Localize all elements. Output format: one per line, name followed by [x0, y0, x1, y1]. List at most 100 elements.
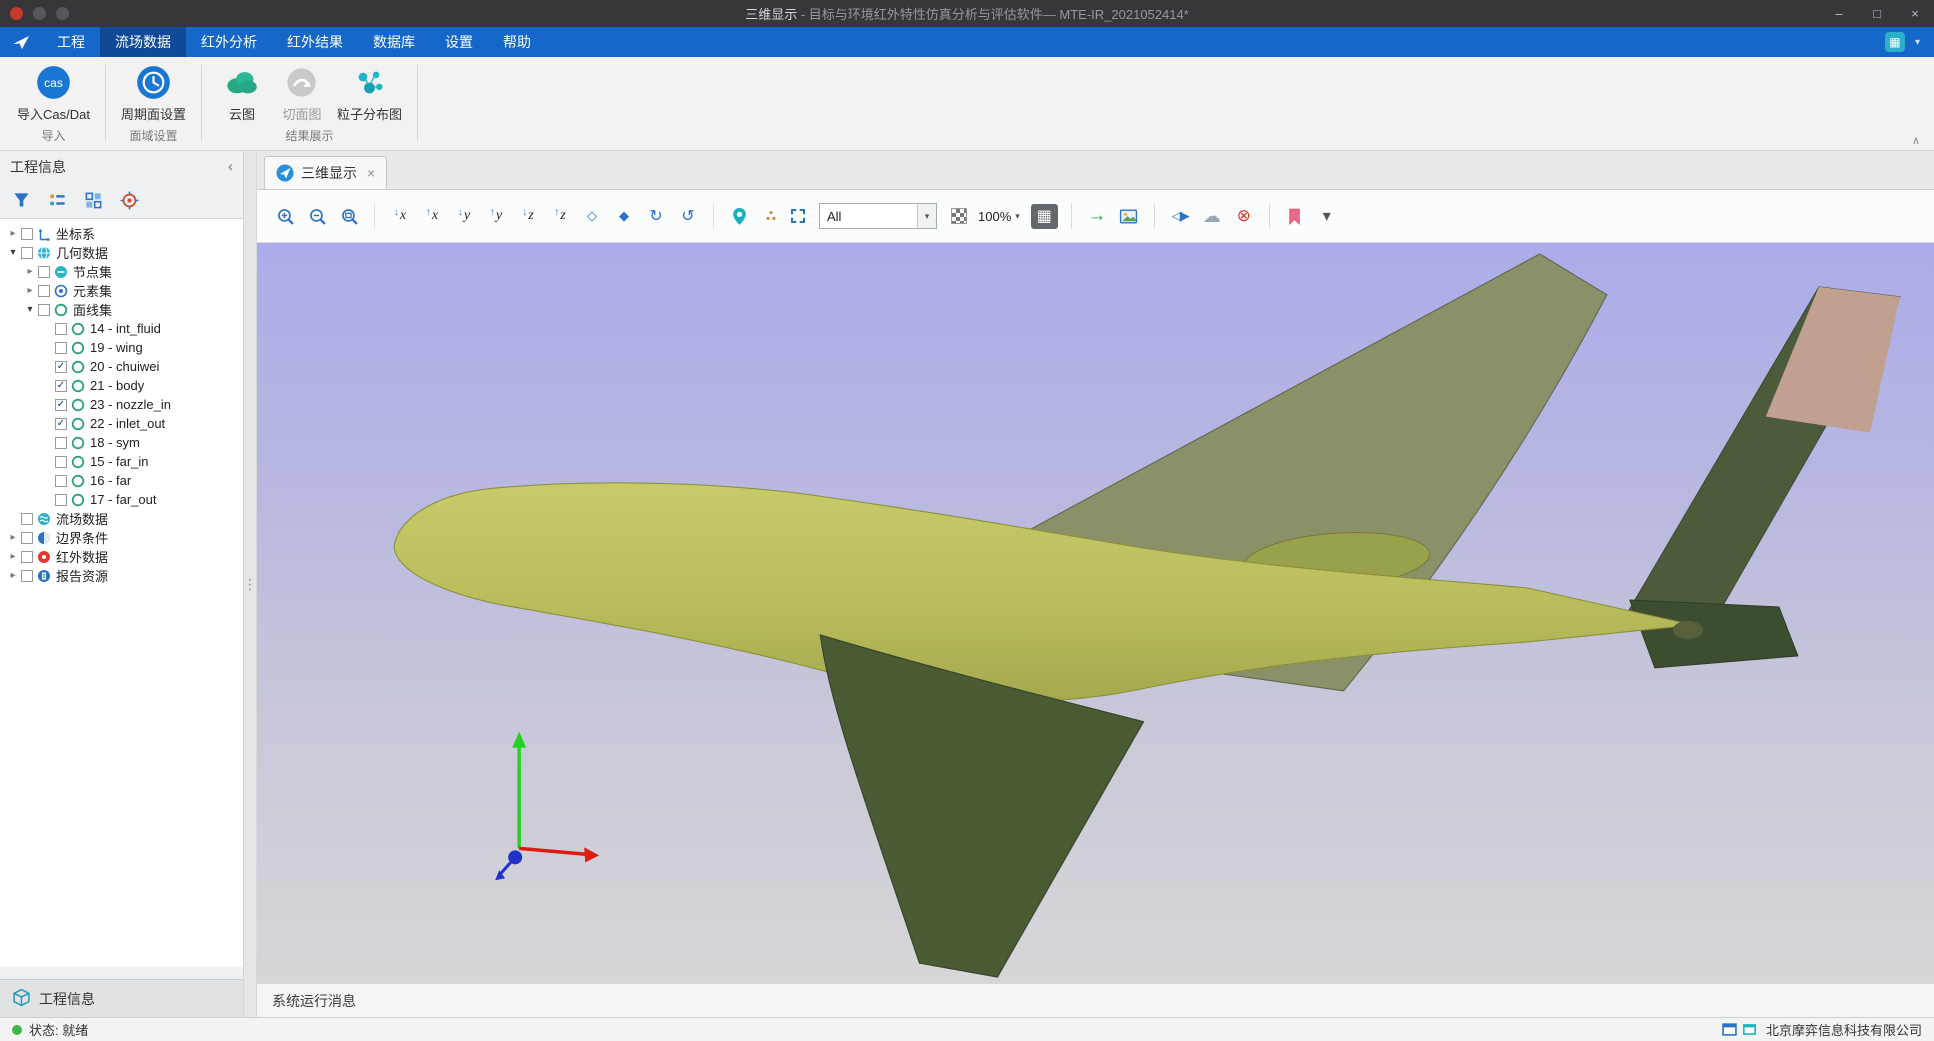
window-teal-icon[interactable] — [1742, 1022, 1757, 1037]
mirror-icon[interactable]: ◁▶ — [1168, 203, 1192, 229]
tree-item-checkbox[interactable] — [55, 323, 67, 335]
grid-toggle-button[interactable]: ▦ — [1031, 204, 1058, 229]
tree-item[interactable]: 22 - inlet_out — [0, 414, 243, 433]
viewport-3d[interactable] — [257, 243, 1934, 983]
clear-red-icon[interactable]: ⊗ — [1232, 203, 1256, 229]
aircraft-model[interactable] — [394, 254, 1900, 977]
tree-item[interactable]: ▸ 报告资源 — [0, 566, 243, 585]
tree-item-label[interactable]: 23 - nozzle_in — [90, 397, 171, 412]
message-bar[interactable]: 系统运行消息 — [257, 983, 1934, 1017]
app-grid-icon[interactable]: ▦ — [1885, 32, 1905, 52]
tree-item[interactable]: ▾ 几何数据 — [0, 243, 243, 262]
tree-item-checkbox[interactable] — [55, 418, 67, 430]
ribbon-collapse-icon[interactable]: ∧ — [1912, 134, 1920, 147]
menu-caret-icon[interactable]: ▾ — [1915, 37, 1920, 48]
tree-item[interactable]: ▸ 元素集 — [0, 281, 243, 300]
tree-item-checkbox[interactable] — [55, 456, 67, 468]
project-panel-bottom-tab[interactable]: 工程信息 — [0, 979, 243, 1017]
filter-icon[interactable] — [12, 191, 31, 210]
zoom-fit-icon[interactable] — [337, 203, 361, 229]
tree-item-checkbox[interactable] — [21, 532, 33, 544]
record-dot-icon[interactable] — [10, 7, 23, 20]
tree-item[interactable]: ▸ 坐标系 — [0, 224, 243, 243]
cloud-outline-icon[interactable]: ☁ — [1200, 203, 1224, 229]
tree-item[interactable]: 18 - sym — [0, 433, 243, 452]
expand-arrow-icon[interactable]: ▸ — [6, 570, 20, 581]
view-y-minus-icon[interactable]: ↓y — [452, 203, 476, 229]
menu-item[interactable]: 帮助 — [488, 27, 546, 57]
tree-item-label[interactable]: 16 - far — [90, 473, 131, 488]
view-iso-icon[interactable]: ◇ — [580, 203, 604, 229]
tree-item-checkbox[interactable] — [55, 380, 67, 392]
tree-item-label[interactable]: 21 - body — [90, 378, 144, 393]
tree-item-label[interactable]: 15 - far_in — [90, 454, 149, 469]
box-select-icon[interactable] — [791, 209, 805, 223]
locate-icon[interactable] — [120, 191, 139, 210]
tree-item-checkbox[interactable] — [21, 513, 33, 525]
bookmark-caret-icon[interactable]: ▾ — [1315, 203, 1339, 229]
tree-item-checkbox[interactable] — [55, 342, 67, 354]
tree-item-checkbox[interactable] — [55, 437, 67, 449]
tree-item-checkbox[interactable] — [38, 266, 50, 278]
tree-item-label[interactable]: 面线集 — [73, 300, 112, 319]
zoom-in-icon[interactable] — [273, 203, 297, 229]
tree-item-checkbox[interactable] — [38, 285, 50, 297]
expand-arrow-icon[interactable]: ▸ — [23, 285, 37, 296]
tree-item[interactable]: 16 - far — [0, 471, 243, 490]
display-filter-select[interactable]: All▾ — [819, 203, 937, 229]
tree-item-label[interactable]: 几何数据 — [56, 243, 108, 262]
tree-item[interactable]: 23 - nozzle_in — [0, 395, 243, 414]
expand-arrow-icon[interactable]: ▾ — [23, 304, 37, 315]
view-y-plus-icon[interactable]: ↑y — [484, 203, 508, 229]
rotate-ccw-icon[interactable]: ↺ — [676, 203, 700, 229]
ribbon-button-period[interactable]: 周期面设置 — [116, 64, 191, 123]
view-z-plus-icon[interactable]: ↑z — [548, 203, 572, 229]
tree-item-label[interactable]: 19 - wing — [90, 340, 143, 355]
export-arrow-icon[interactable]: → — [1085, 203, 1109, 229]
tree-item-label[interactable]: 坐标系 — [56, 224, 95, 243]
menu-item[interactable]: 流场数据 — [100, 27, 186, 57]
tree-item-checkbox[interactable] — [55, 361, 67, 373]
tree-item-checkbox[interactable] — [21, 228, 33, 240]
probe-pin-icon[interactable] — [727, 203, 751, 229]
tree-item[interactable]: 20 - chuiwei — [0, 357, 243, 376]
tree-item-label[interactable]: 14 - int_fluid — [90, 321, 161, 336]
tree-item-checkbox[interactable] — [55, 494, 67, 506]
window-blue-icon[interactable] — [1722, 1022, 1737, 1037]
tree-item[interactable]: 21 - body — [0, 376, 243, 395]
tree-item-label[interactable]: 报告资源 — [56, 566, 108, 585]
expand-arrow-icon[interactable]: ▸ — [6, 532, 20, 543]
tab-close-icon[interactable]: × — [367, 165, 375, 181]
tree-item[interactable]: 流场数据 — [0, 509, 243, 528]
tree-item-checkbox[interactable] — [21, 247, 33, 259]
tree-item[interactable]: ▸节点集 — [0, 262, 243, 281]
expand-arrow-icon[interactable]: ▸ — [23, 266, 37, 277]
view-iso2-icon[interactable]: ◆ — [612, 203, 636, 229]
ribbon-button-particle[interactable]: 粒子分布图 — [332, 64, 407, 123]
tree-item-label[interactable]: 17 - far_out — [90, 492, 157, 507]
tree-item-checkbox[interactable] — [21, 551, 33, 563]
bookmark-icon[interactable] — [1283, 203, 1307, 229]
view-x-plus-icon[interactable]: ↑x — [420, 203, 444, 229]
tree-item-label[interactable]: 边界条件 — [56, 528, 108, 547]
close-button[interactable]: × — [1896, 6, 1934, 21]
zoom-out-icon[interactable] — [305, 203, 329, 229]
minimize-button[interactable]: – — [1820, 6, 1858, 21]
ribbon-button-cloud[interactable]: 云图 — [212, 64, 272, 123]
tree-item[interactable]: 15 - far_in — [0, 452, 243, 471]
tree-item[interactable]: ▸ 边界条件 — [0, 528, 243, 547]
tree-item[interactable]: 14 - int_fluid — [0, 319, 243, 338]
tree-item-label[interactable]: 元素集 — [73, 281, 112, 300]
expand-arrow-icon[interactable]: ▾ — [6, 247, 20, 258]
tree-item-checkbox[interactable] — [55, 399, 67, 411]
tree-item[interactable]: 17 - far_out — [0, 490, 243, 509]
tree-item-label[interactable]: 18 - sym — [90, 435, 140, 450]
texture-pattern-icon[interactable] — [951, 208, 967, 224]
tree-item-label[interactable]: 20 - chuiwei — [90, 359, 159, 374]
app-quick-icon-1[interactable] — [33, 7, 46, 20]
menu-item[interactable]: 红外结果 — [272, 27, 358, 57]
tree-item-label[interactable]: 流场数据 — [56, 509, 108, 528]
tree-item[interactable]: 19 - wing — [0, 338, 243, 357]
expand-arrow-icon[interactable]: ▸ — [6, 228, 20, 239]
tree-item-label[interactable]: 红外数据 — [56, 547, 108, 566]
